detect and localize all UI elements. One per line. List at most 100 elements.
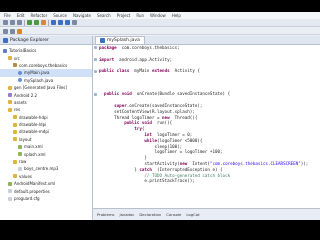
code-token: myMain: [129, 68, 152, 74]
tree-item[interactable]: drawable-hdpi: [0, 114, 92, 121]
bottom-tab-declaration[interactable]: Declaration: [139, 212, 161, 217]
package-explorer-label: Package Explorer: [10, 37, 49, 43]
tree-item[interactable]: AndroidManifest.xml: [0, 180, 92, 187]
tree-item[interactable]: splash.xml: [0, 150, 92, 157]
java-file-icon: [100, 38, 105, 43]
search-icon[interactable]: [17, 28, 22, 34]
project-tree: TutorialBasics src com.coreboys.thebasics m…: [0, 45, 92, 202]
xml-file-icon: [18, 144, 22, 149]
tree-item[interactable]: proguard.cfg: [0, 195, 92, 202]
package-explorer-panel: Package Explorer TutorialBasics src com.co…: [0, 36, 93, 220]
save-icon[interactable]: [10, 20, 15, 25]
tree-item-label: src: [14, 55, 20, 61]
code-area[interactable]: package com.coreboys.thebasics; import an…: [93, 45, 320, 184]
code-token: package: [99, 45, 117, 50]
menu-item-run[interactable]: Run: [136, 12, 144, 19]
folder-icon: [13, 174, 17, 179]
menu-item-window[interactable]: Window: [150, 12, 166, 19]
bottom-tab-javadoc[interactable]: Javadoc: [120, 212, 135, 217]
new-java-project-icon[interactable]: [51, 20, 56, 25]
code-editor[interactable]: mySplash.java package com.coreboys.theba…: [93, 36, 320, 208]
code-token: .onCreate(savedInstanceState);: [126, 102, 203, 108]
tree-item[interactable]: com.coreboys.thebasics: [0, 62, 92, 69]
code-token: try: [134, 126, 142, 132]
menu-item-help[interactable]: Help: [172, 12, 181, 19]
tree-item[interactable]: main.xml: [0, 143, 92, 150]
tree-item-label: TutorialBasics: [9, 48, 37, 54]
tree-item[interactable]: default.properties: [0, 187, 92, 194]
folder-icon: [8, 85, 12, 90]
main-toolbar: [0, 19, 320, 27]
editor-tab-bar: mySplash.java: [93, 36, 320, 45]
forward-icon[interactable]: [10, 28, 15, 34]
bottom-tab-console[interactable]: Console: [166, 212, 181, 217]
java-file-icon: [18, 78, 22, 83]
tree-item[interactable]: drawable-ldpi: [0, 121, 92, 128]
code-token: (logoTimer <5000){: [157, 137, 203, 143]
package-explorer-icon: [3, 37, 8, 43]
menu-item-navigate[interactable]: Navigate: [73, 12, 91, 19]
tree-item[interactable]: Android 2.2: [0, 91, 92, 98]
gutter-marker-icon[interactable]: [94, 92, 97, 96]
run-icon[interactable]: [27, 20, 32, 25]
tree-item[interactable]: src: [0, 54, 92, 61]
tree-item[interactable]: boys_centre.mp3: [0, 165, 92, 172]
tree-item[interactable]: assets: [0, 99, 92, 106]
gutter-marker-icon[interactable]: [94, 69, 97, 73]
code-token: com.coreboys.thebasics;: [116, 45, 180, 50]
tree-item[interactable]: res: [0, 106, 92, 113]
tree-item[interactable]: myMain.java: [0, 69, 92, 77]
external-tools-icon[interactable]: [41, 20, 46, 25]
file-icon: [8, 189, 12, 194]
gutter-marker-icon[interactable]: [94, 58, 97, 61]
tree-item-label: AndroidManifest.xml: [14, 181, 56, 187]
back-icon[interactable]: [3, 28, 8, 34]
menu-item-search[interactable]: Search: [97, 12, 111, 19]
code-token: extends: [151, 68, 170, 74]
tree-item[interactable]: mySplash.java: [0, 77, 92, 84]
xml-file-icon: [8, 181, 12, 186]
menu-item-refactor[interactable]: Refactor: [30, 12, 47, 19]
folder-icon: [13, 115, 17, 120]
debug-icon[interactable]: [34, 20, 39, 25]
tree-item[interactable]: values: [0, 173, 92, 180]
tree-item[interactable]: raw: [0, 158, 92, 165]
code-token: }: [99, 166, 140, 172]
tree-item[interactable]: drawable-mdpi: [0, 128, 92, 135]
package-explorer-tab[interactable]: Package Explorer: [0, 36, 92, 45]
editor-tab[interactable]: mySplash.java: [95, 36, 145, 44]
code-token: logoTimer = 0;: [151, 131, 193, 137]
tree-item-label: gen [Generated Java Files]: [14, 85, 67, 91]
folder-icon: [13, 159, 17, 164]
tree-item-label: default.properties: [14, 188, 50, 194]
eclipse-window: File Edit Refactor Source Navigate Search Proj…: [0, 12, 320, 220]
tree-item-label: assets: [14, 99, 27, 105]
menu-item-source[interactable]: Source: [53, 12, 67, 19]
print-icon[interactable]: [17, 20, 22, 25]
menu-item-project[interactable]: Project: [117, 12, 131, 19]
tree-item-label: myMain.java: [24, 70, 50, 76]
tree-item[interactable]: gen [Generated Java Files]: [0, 84, 92, 91]
bottom-tab-problems[interactable]: Problems: [97, 212, 115, 217]
editor-tab-label: mySplash.java: [107, 38, 140, 43]
code-token: public void: [124, 120, 152, 126]
tree-item-label: drawable-hdpi: [19, 114, 48, 120]
file-icon: [8, 196, 12, 201]
folder-icon: [8, 107, 12, 112]
bottom-tab-logcat[interactable]: LogCat: [186, 212, 199, 217]
code-token: sleep(100);: [99, 143, 183, 149]
new-class-icon[interactable]: [65, 20, 70, 25]
menu-item-edit[interactable]: Edit: [17, 12, 25, 19]
tree-item[interactable]: layout: [0, 136, 92, 143]
menu-item-file[interactable]: File: [4, 12, 11, 19]
gutter-marker-icon[interactable]: [94, 46, 97, 50]
tree-item[interactable]: TutorialBasics: [0, 47, 92, 54]
android-sdk-icon[interactable]: [72, 20, 77, 25]
code-token: startActivity(: [99, 160, 180, 166]
new-icon[interactable]: [3, 20, 8, 25]
tree-item-label: drawable-ldpi: [19, 122, 47, 128]
new-package-icon[interactable]: [58, 20, 63, 25]
folder-icon: [13, 137, 17, 142]
